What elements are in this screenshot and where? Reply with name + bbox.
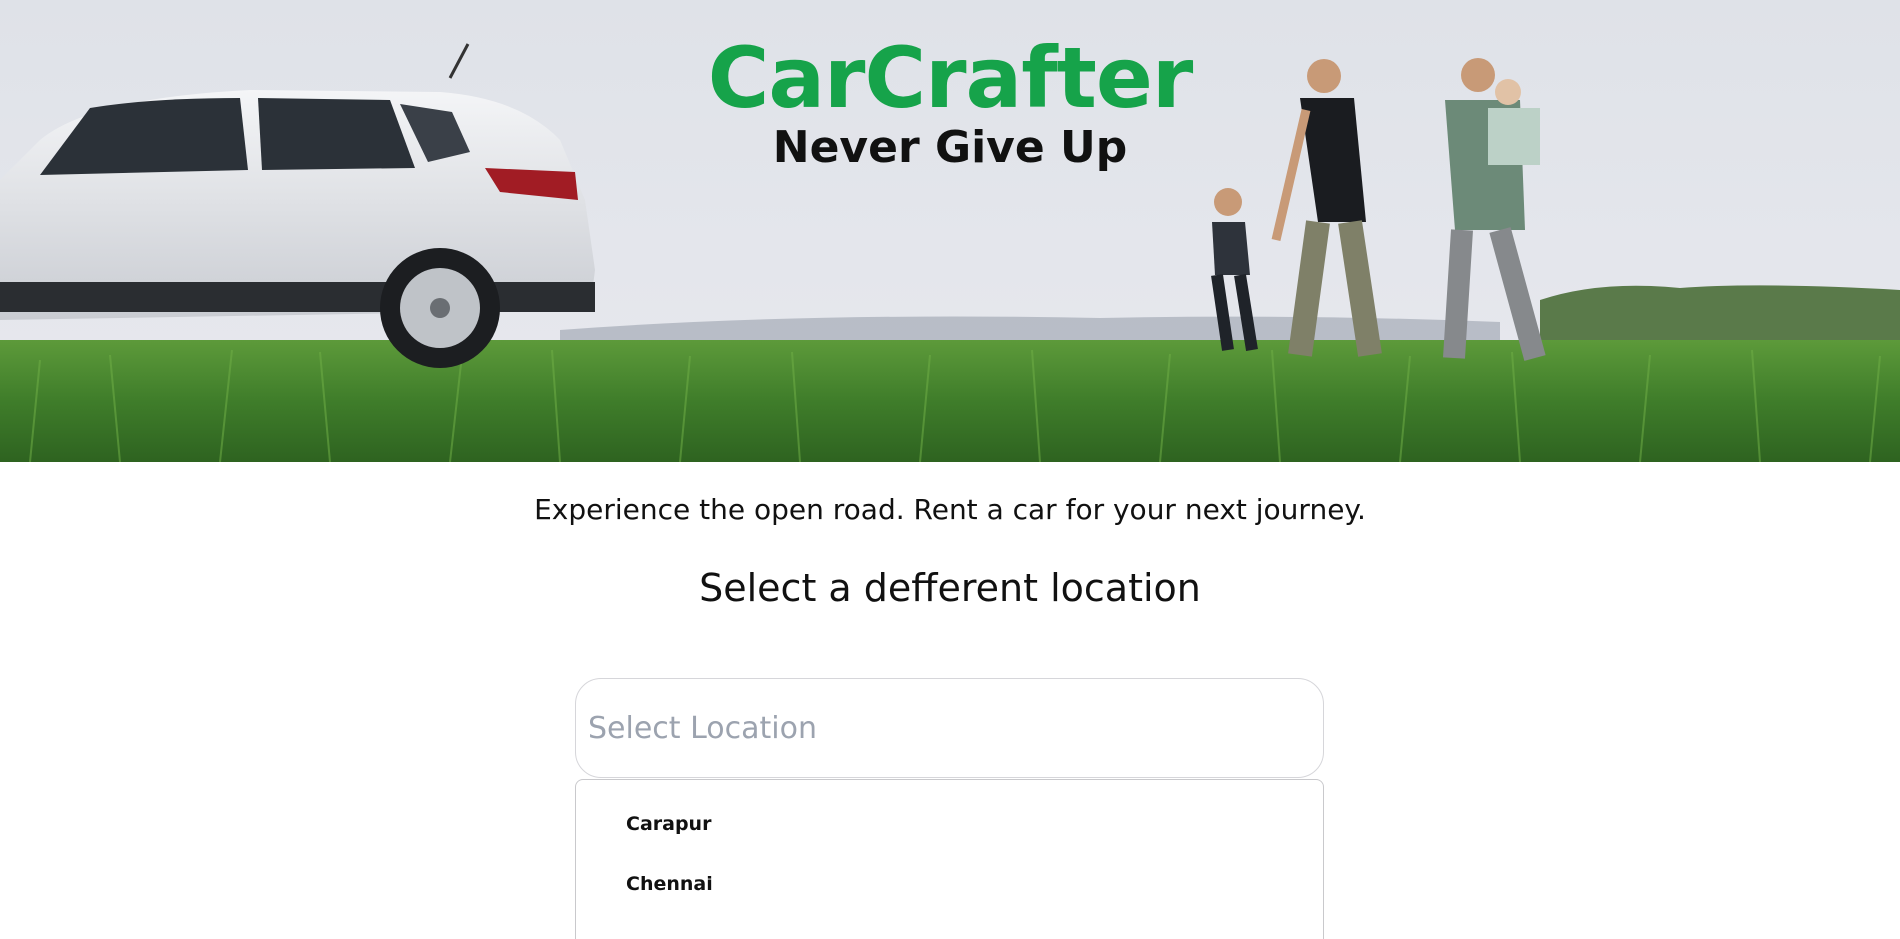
location-heading: Select a defferent location [699,566,1201,610]
brand-tagline: Never Give Up [772,122,1128,173]
location-option-chennai[interactable]: Chennai [626,873,713,895]
location-input[interactable] [575,678,1324,778]
brand: CarCrafter Never Give Up [0,36,1900,170]
intro-text: Experience the open road. Rent a car for… [534,493,1366,526]
brand-name: CarCrafter [707,29,1194,127]
hero-banner: CarCrafter Never Give Up [0,0,1900,462]
location-option-carapur[interactable]: Carapur [626,813,711,835]
location-dropdown: Carapur Chennai [575,779,1324,939]
